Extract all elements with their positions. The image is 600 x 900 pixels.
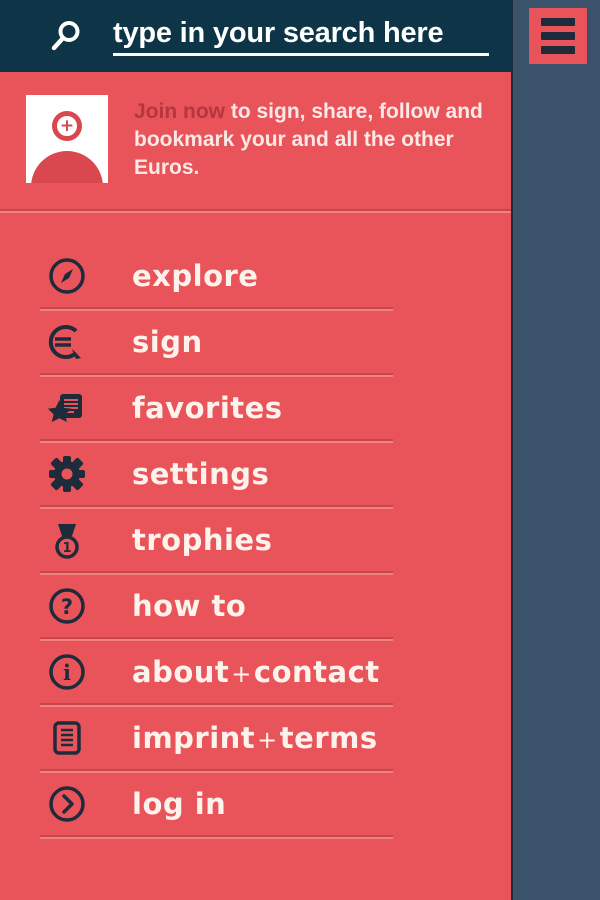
menu-item-explore[interactable]: explore — [0, 243, 511, 309]
main-menu: explore sign favorites settings 1 trophi… — [0, 243, 511, 837]
menu-item-settings[interactable]: settings — [0, 441, 511, 507]
svg-text:?: ? — [61, 595, 73, 619]
navigation-drawer: + Join now to sign, share, follow and bo… — [0, 0, 513, 900]
plus-icon: + — [59, 115, 75, 136]
plus-separator: + — [257, 726, 278, 754]
menu-item-trophies[interactable]: 1 trophies — [0, 507, 511, 573]
menu-label-terms: terms — [279, 721, 378, 755]
menu-label-how-to: how to — [132, 589, 247, 623]
avatar-head-ring: + — [52, 111, 82, 141]
search-input[interactable] — [113, 16, 489, 56]
join-now-text: Join now to sign, share, follow and book… — [134, 98, 511, 182]
question-circle-icon: ? — [44, 583, 90, 629]
menu-label-imprint: imprint — [132, 721, 256, 755]
join-now-promo[interactable]: + Join now to sign, share, follow and bo… — [0, 72, 511, 210]
hamburger-bar — [541, 46, 575, 54]
menu-label-settings: settings — [132, 457, 270, 491]
hamburger-bar — [541, 18, 575, 26]
chevron-right-circle-icon — [44, 781, 90, 827]
menu-label-about-contact: about+contact — [132, 655, 380, 689]
menu-item-how-to[interactable]: ? how to — [0, 573, 511, 639]
join-now-accent: Join now — [134, 100, 225, 123]
svg-text:i: i — [63, 660, 71, 685]
list-document-icon — [44, 715, 90, 761]
search-input-wrapper — [113, 16, 511, 56]
search-icon[interactable] — [45, 16, 85, 56]
search-bar — [0, 0, 511, 72]
gear-icon — [44, 451, 90, 497]
menu-label-imprint-terms: imprint+terms — [132, 721, 378, 755]
document-star-icon — [44, 385, 90, 431]
add-user-avatar-icon: + — [26, 95, 108, 183]
medal-badge-number: 1 — [62, 541, 71, 556]
plus-separator: + — [231, 660, 252, 688]
avatar-shoulders — [31, 151, 103, 183]
menu-label-favorites: favorites — [132, 391, 283, 425]
menu-item-sign[interactable]: sign — [0, 309, 511, 375]
menu-item-imprint-terms[interactable]: imprint+terms — [0, 705, 511, 771]
medal-icon: 1 — [44, 517, 90, 563]
promo-divider — [0, 209, 511, 213]
menu-label-log-in: log in — [132, 787, 227, 821]
hamburger-menu-button[interactable] — [529, 8, 587, 64]
menu-label-sign: sign — [132, 325, 203, 359]
menu-label-trophies: trophies — [132, 523, 273, 557]
menu-item-about-contact[interactable]: i about+contact — [0, 639, 511, 705]
menu-label-about: about — [132, 655, 230, 689]
menu-item-log-in[interactable]: log in — [0, 771, 511, 837]
menu-label-contact: contact — [253, 655, 380, 689]
euro-pen-icon — [44, 319, 90, 365]
info-circle-icon: i — [44, 649, 90, 695]
hamburger-bar — [541, 32, 575, 40]
menu-item-favorites[interactable]: favorites — [0, 375, 511, 441]
compass-icon — [44, 253, 90, 299]
menu-label-explore: explore — [132, 259, 259, 293]
